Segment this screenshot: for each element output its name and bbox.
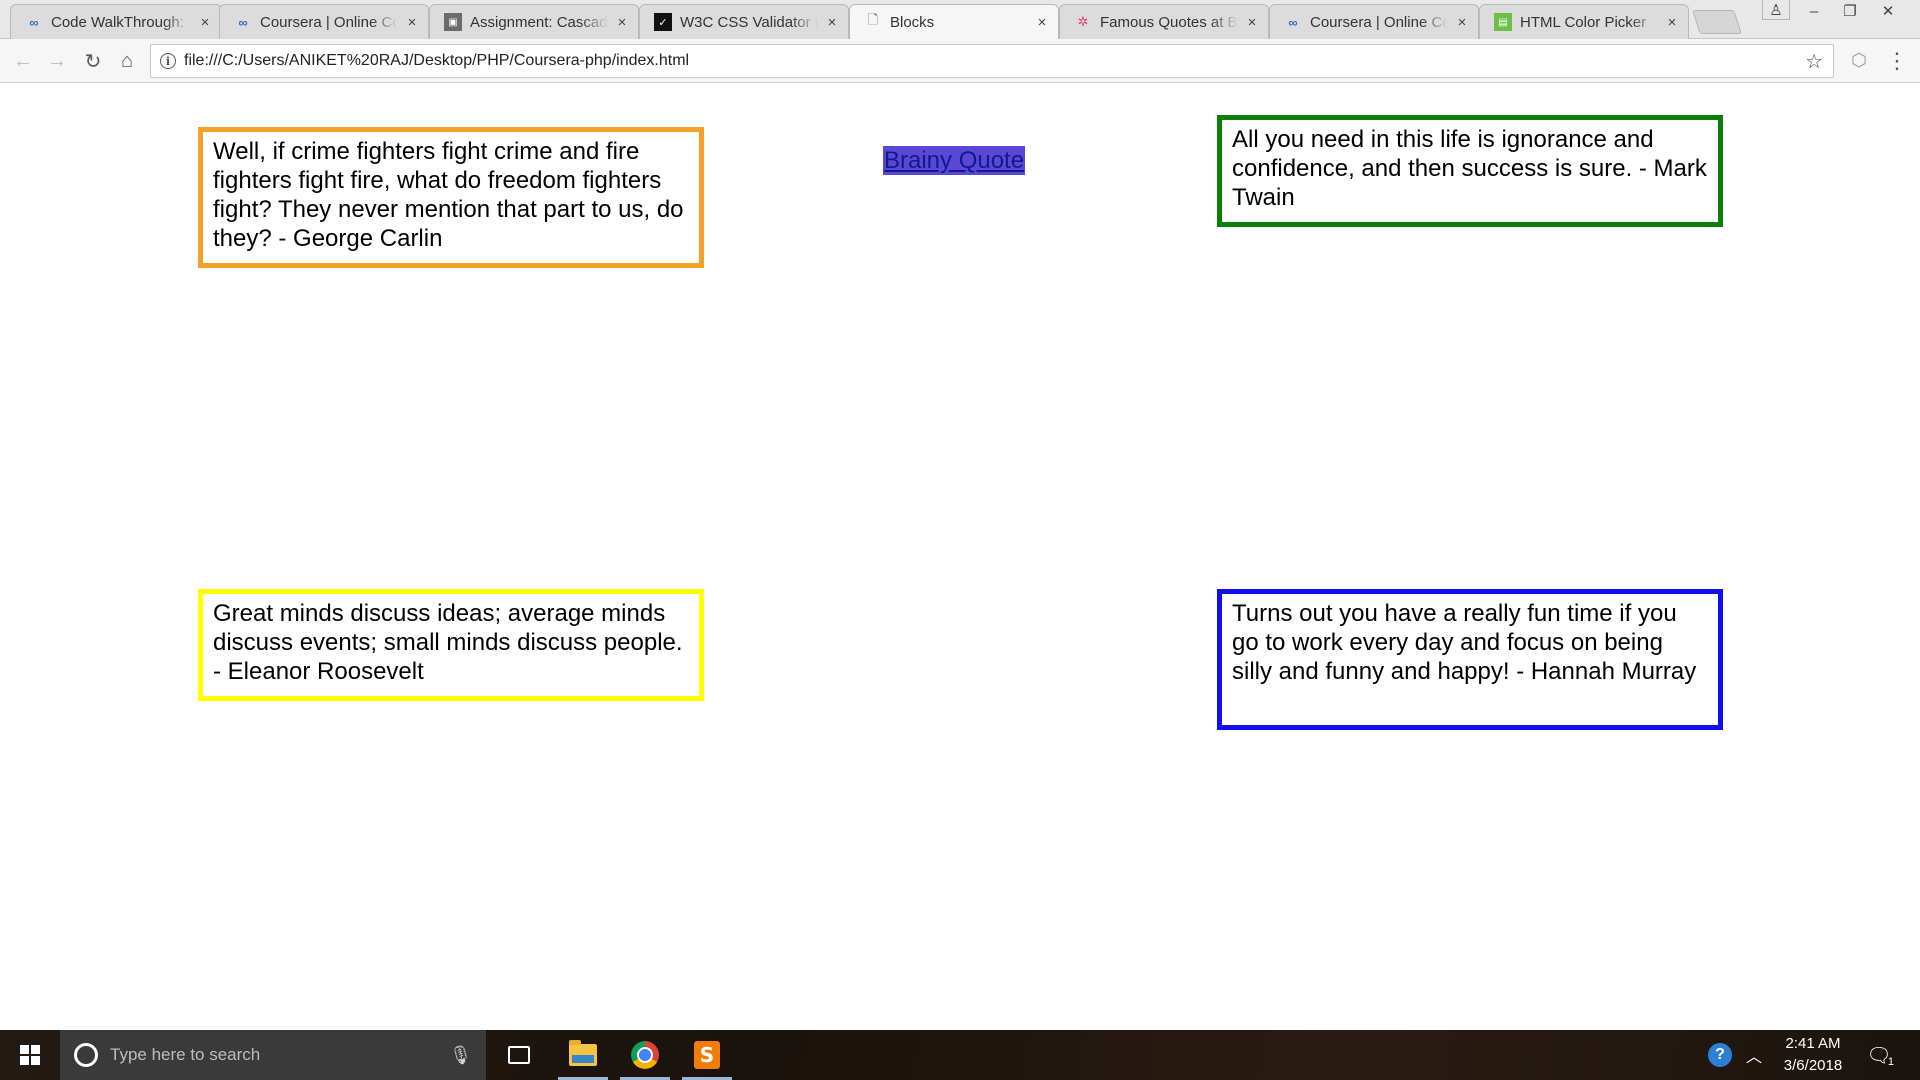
browser-toolbar: ← → ↻ ⌂ i file:///C:/Users/ANIKET%20RAJ/… [0, 39, 1920, 83]
clock-date: 3/6/2018 [1783, 1057, 1843, 1074]
address-bar[interactable]: i file:///C:/Users/ANIKET%20RAJ/Desktop/… [150, 44, 1834, 78]
back-arrow-icon[interactable]: ← [10, 48, 36, 74]
close-icon[interactable]: × [1244, 14, 1260, 31]
tab-title: W3C CSS Validator r [680, 13, 818, 31]
file-explorer-icon [569, 1040, 597, 1066]
close-icon[interactable]: × [1664, 14, 1680, 31]
show-hidden-icons-chevron-icon[interactable]: ︿ [1746, 1043, 1762, 1067]
tab-title: Coursera | Online Co [1310, 13, 1448, 31]
home-icon[interactable]: ⌂ [114, 48, 140, 74]
task-view-button[interactable] [490, 1030, 548, 1080]
w3c-icon: ✓ [654, 13, 672, 31]
brainy-quote-link[interactable]: Brainy Quote [883, 146, 1026, 175]
tab-coursera-2[interactable]: ∞ Coursera | Online Co × [1269, 4, 1479, 39]
action-center-icon[interactable]: 🗨 1 [1866, 1042, 1894, 1069]
tab-title: Coursera | Online Co [260, 13, 398, 31]
colorpicker-icon: ▤ [1494, 13, 1512, 31]
new-tab-button[interactable] [1692, 10, 1742, 34]
quote-block-orange: Well, if crime fighters fight crime and … [198, 127, 704, 268]
system-clock[interactable]: 2:41 AM 3/6/2018 [1772, 1033, 1854, 1077]
restore-icon[interactable]: ❐ [1832, 0, 1868, 22]
page-icon: 🗋 [867, 12, 879, 27]
tab-coursera-1[interactable]: ∞ Coursera | Online Co × [219, 4, 429, 39]
tab-title: Assignment: Cascadi [470, 13, 608, 31]
search-placeholder[interactable]: Type here to search [110, 1045, 449, 1065]
coursera-icon: ∞ [238, 14, 248, 30]
chrome-icon [631, 1041, 659, 1069]
file-explorer-button[interactable] [554, 1030, 612, 1080]
minimize-icon[interactable]: – [1796, 0, 1832, 22]
chrome-button[interactable] [616, 1030, 674, 1080]
tab-html-color-picker[interactable]: ▤ HTML Color Picker × [1479, 4, 1689, 39]
tab-title: Code WalkThrough: [51, 13, 184, 31]
tab-w3c-validator[interactable]: ✓ W3C CSS Validator r × [639, 4, 849, 39]
reload-icon[interactable]: ↻ [80, 48, 106, 74]
tab-strip: ∞ Code WalkThrough: × ∞ Coursera | Onlin… [0, 0, 1920, 39]
tab-assignment[interactable]: ▣ Assignment: Cascadi × [429, 4, 639, 39]
coursera-icon: ∞ [1288, 14, 1298, 30]
close-icon[interactable]: × [1034, 14, 1050, 31]
task-view-icon [508, 1046, 530, 1064]
taskbar-search[interactable]: Type here to search 🎙 [60, 1030, 486, 1080]
close-icon[interactable]: × [824, 14, 840, 31]
page-viewport: Well, if crime fighters fight crime and … [0, 83, 1920, 1030]
forward-arrow-icon[interactable]: → [44, 48, 70, 74]
start-button[interactable] [0, 1030, 60, 1080]
windows-logo-icon [20, 1045, 40, 1065]
tab-title: HTML Color Picker [1520, 13, 1647, 31]
cortana-icon [74, 1043, 98, 1067]
tab-blocks[interactable]: 🗋 Blocks × [849, 4, 1059, 39]
help-tray-icon[interactable]: ? [1708, 1043, 1732, 1067]
tab-famous-quotes[interactable]: ✲ Famous Quotes at B × [1059, 4, 1269, 39]
url-text[interactable]: file:///C:/Users/ANIKET%20RAJ/Desktop/PH… [184, 52, 1805, 70]
brainyquote-icon: ✲ [1077, 14, 1089, 29]
more-menu-icon[interactable]: ⋮ [1884, 48, 1910, 74]
bookmark-star-icon[interactable]: ☆ [1805, 49, 1823, 74]
close-icon[interactable]: × [404, 14, 420, 31]
sublime-text-icon: S [694, 1041, 720, 1069]
tab-code-walkthrough[interactable]: ∞ Code WalkThrough: × [10, 4, 222, 39]
close-icon[interactable]: × [1454, 14, 1470, 31]
extension-icon[interactable]: ⬡ [1849, 50, 1869, 70]
coursera-icon: ∞ [29, 14, 39, 30]
microphone-icon[interactable]: 🎙 [449, 1045, 472, 1066]
tab-title: Blocks [890, 13, 935, 31]
assignment-icon: ▣ [444, 13, 462, 31]
info-icon[interactable]: i [160, 53, 176, 69]
quote-block-blue: Turns out you have a really fun time if … [1217, 589, 1723, 730]
close-window-icon[interactable]: ✕ [1870, 0, 1906, 22]
taskbar: Type here to search 🎙 S ? ︿ 2:41 AM 3/6/… [0, 1030, 1920, 1080]
close-icon[interactable]: × [197, 14, 213, 31]
close-icon[interactable]: × [614, 14, 630, 31]
quote-block-green: All you need in this life is ignorance a… [1217, 115, 1723, 227]
tab-title: Famous Quotes at B [1100, 13, 1238, 31]
notification-count: 1 [1887, 1056, 1894, 1068]
clock-time: 2:41 AM [1785, 1035, 1841, 1052]
quote-block-yellow: Great minds discuss ideas; average minds… [198, 589, 704, 701]
user-profile-icon[interactable]: ♙ [1762, 0, 1790, 20]
sublime-text-button[interactable]: S [678, 1030, 736, 1080]
